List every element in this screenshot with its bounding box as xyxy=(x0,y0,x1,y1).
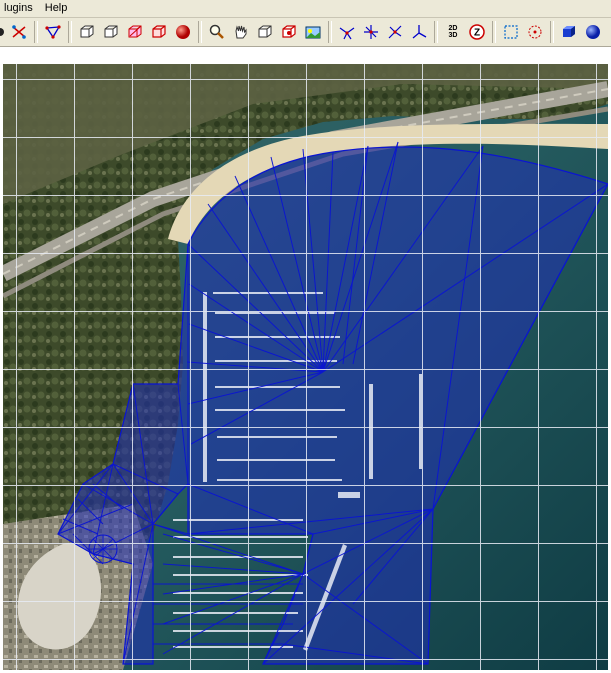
select-box-icon[interactable] xyxy=(500,21,522,43)
toolbar-separator xyxy=(34,21,38,43)
blue-cylinder-icon[interactable] xyxy=(606,21,611,43)
blue-cube-icon[interactable] xyxy=(558,21,580,43)
cube-red-icon[interactable] xyxy=(278,21,300,43)
node-tool-icon[interactable] xyxy=(42,21,64,43)
3d-label: 3D xyxy=(448,32,458,39)
2d-label: 2D xyxy=(448,25,458,32)
target-icon[interactable] xyxy=(524,21,546,43)
toolbar-separator xyxy=(550,21,554,43)
image-view-icon[interactable] xyxy=(302,21,324,43)
toolbar-separator xyxy=(68,21,72,43)
mesh-node-icon[interactable] xyxy=(336,21,358,43)
zoom-icon[interactable] xyxy=(206,21,228,43)
z-label: Z xyxy=(474,28,480,39)
aerial-map-with-mesh[interactable] xyxy=(3,64,608,670)
wire-cube-icon[interactable] xyxy=(100,21,122,43)
toolbar-separator xyxy=(198,21,202,43)
scissors-nodes-icon[interactable] xyxy=(8,21,30,43)
map-viewport[interactable] xyxy=(3,64,608,670)
red-sphere-icon[interactable] xyxy=(172,21,194,43)
menu-bar: lugins Help xyxy=(0,0,611,18)
wire-cube-icon[interactable] xyxy=(76,21,98,43)
blue-sphere-icon[interactable] xyxy=(582,21,604,43)
red-cube-icon[interactable] xyxy=(124,21,146,43)
menu-help[interactable]: Help xyxy=(39,0,74,17)
toolbar-separator xyxy=(492,21,496,43)
toolbar: 2D 3D Z xyxy=(0,18,611,47)
cube-view-icon[interactable] xyxy=(254,21,276,43)
mesh-circle-spokes xyxy=(89,535,117,563)
toolbar-separator xyxy=(434,21,438,43)
drawing-canvas[interactable] xyxy=(0,47,611,673)
axes-icon[interactable] xyxy=(408,21,430,43)
partial-icon[interactable] xyxy=(0,21,6,43)
hand-pan-icon[interactable] xyxy=(230,21,252,43)
mesh-node-icon[interactable] xyxy=(360,21,382,43)
red-cube-outline-icon[interactable] xyxy=(148,21,170,43)
mesh-node-icon[interactable] xyxy=(384,21,406,43)
toolbar-separator xyxy=(328,21,332,43)
2d-3d-toggle-icon[interactable]: 2D 3D xyxy=(442,21,464,43)
z-scale-icon[interactable]: Z xyxy=(466,21,488,43)
menu-plugins[interactable]: lugins xyxy=(0,0,39,17)
